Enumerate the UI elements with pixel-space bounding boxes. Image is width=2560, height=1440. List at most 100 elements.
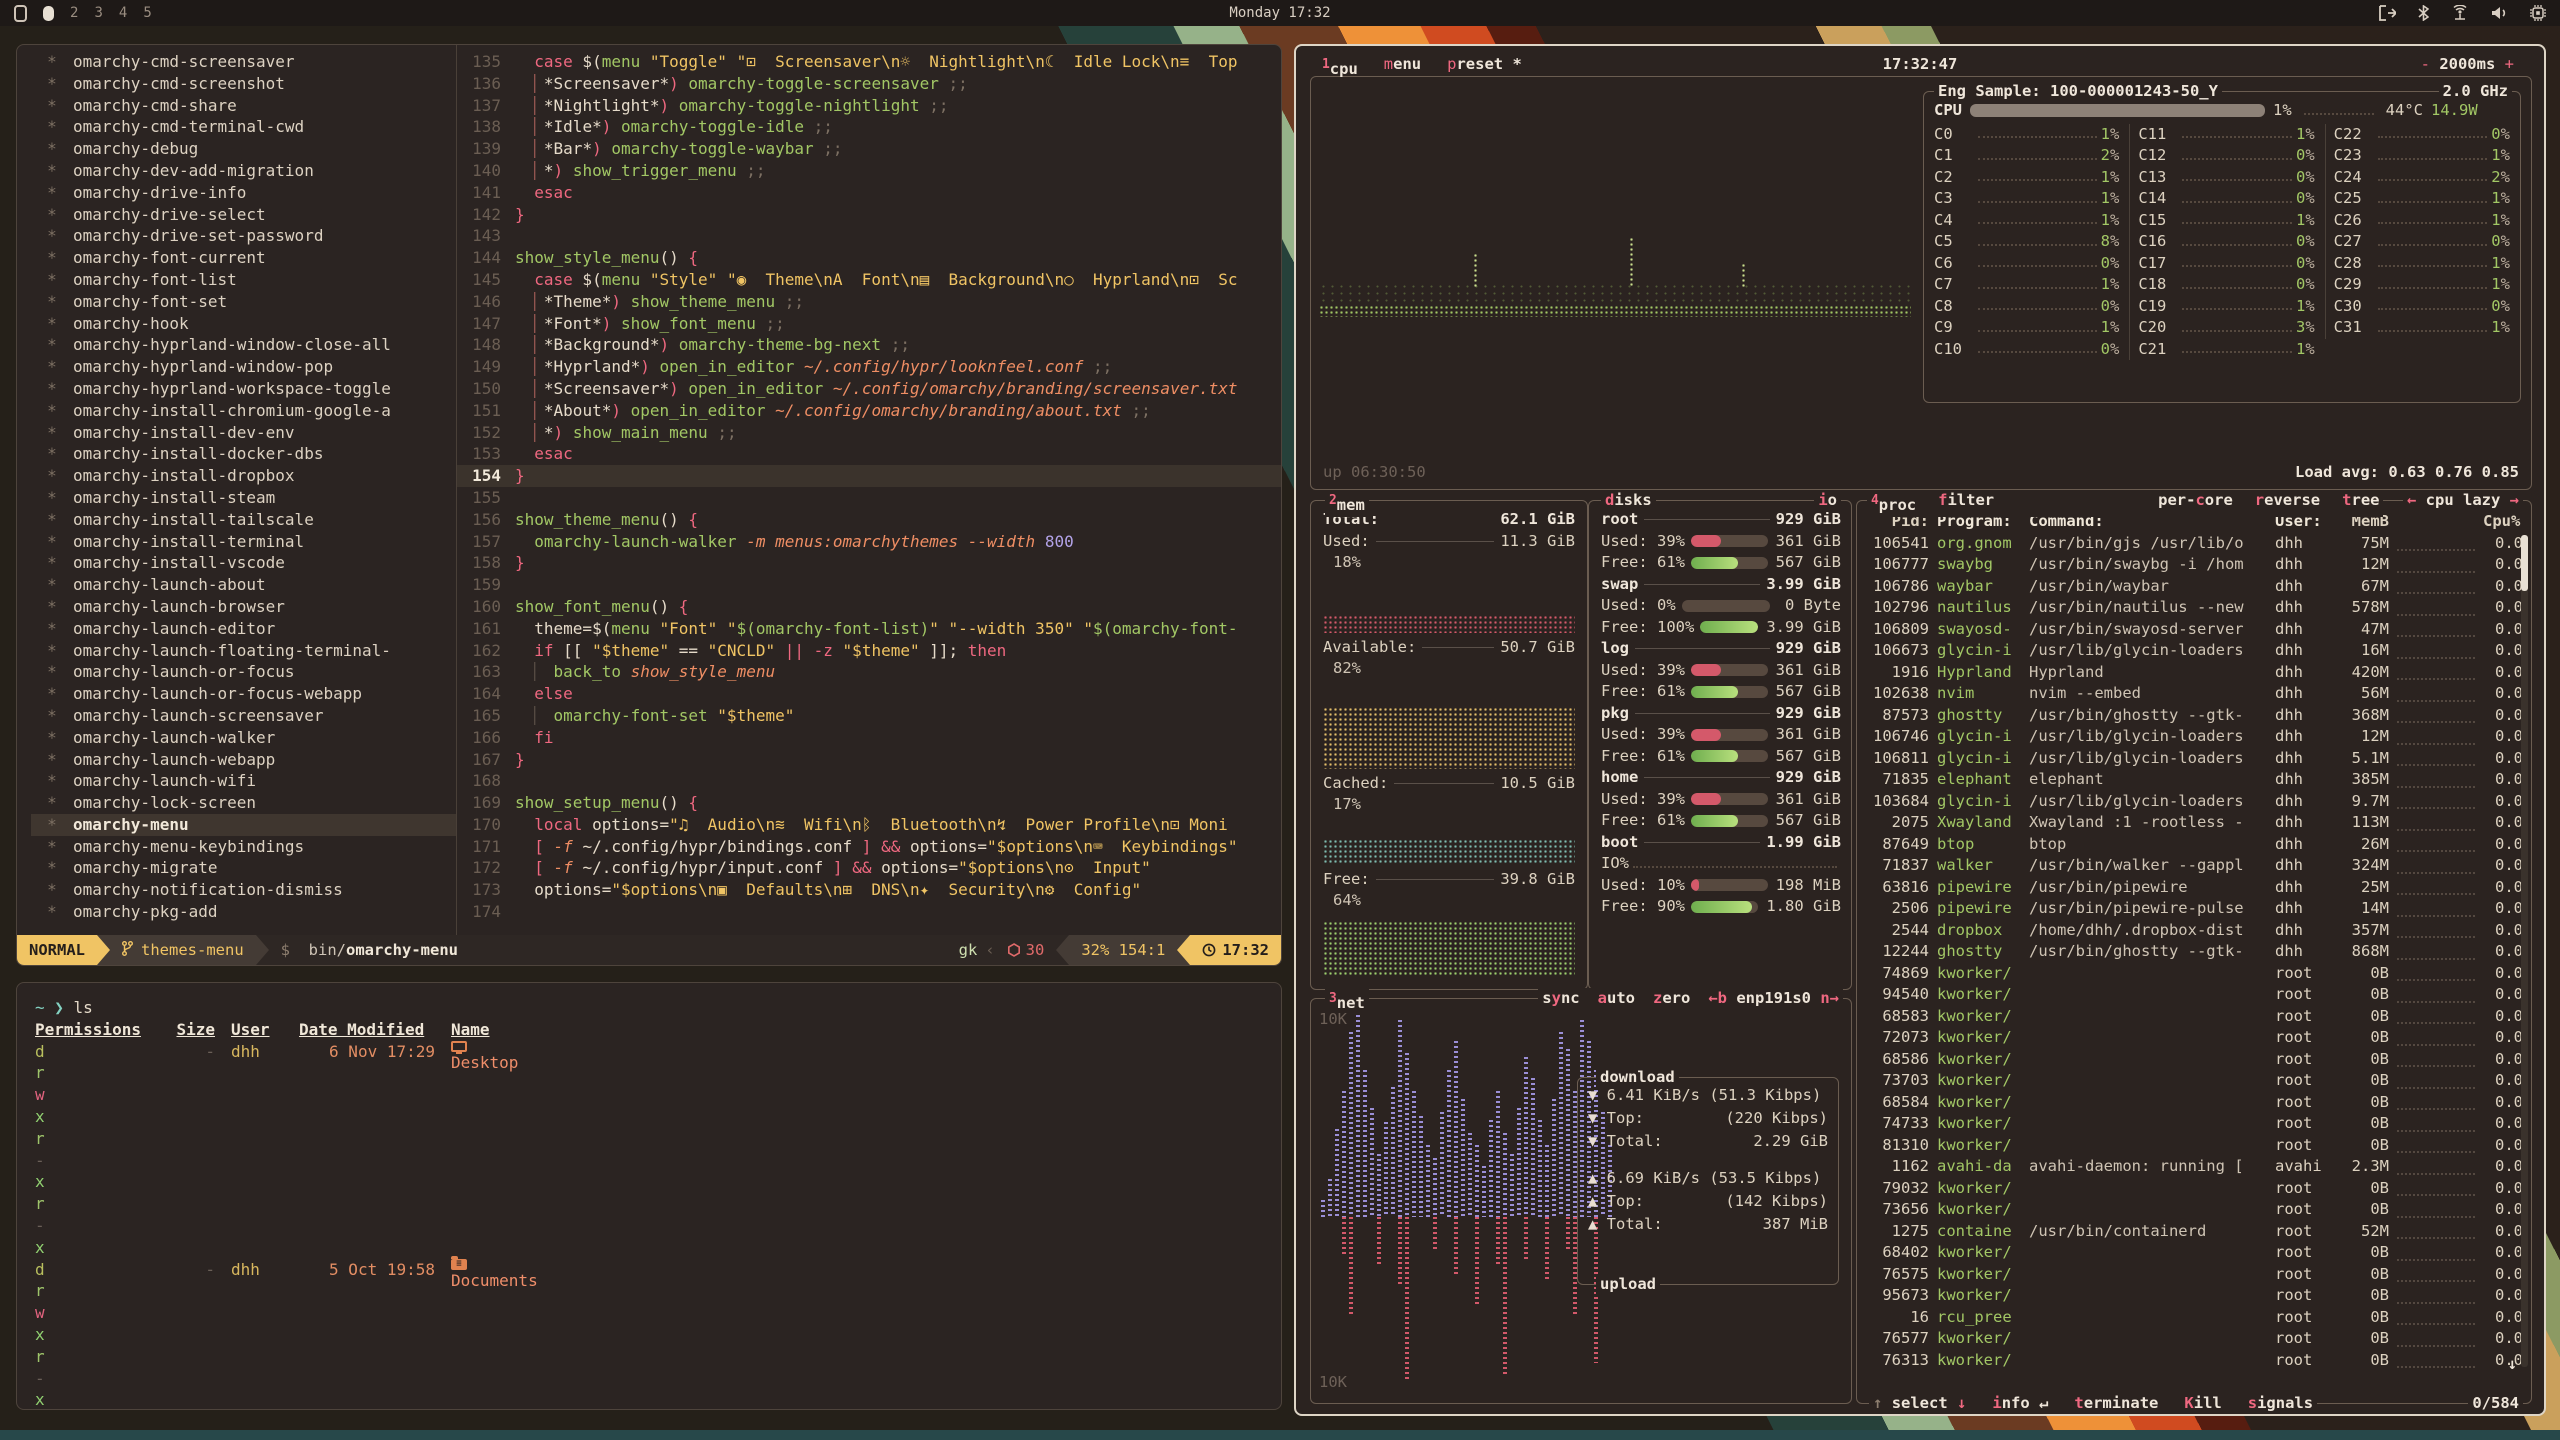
tree-toggle[interactable]: tree [2342, 490, 2379, 517]
proc-row[interactable]: 94540kworker/root0B0.0 [1867, 984, 2523, 1006]
code-line[interactable]: 139 ▏*Bar*) omarchy-toggle-waybar ;; [457, 138, 1281, 160]
proc-row[interactable]: 2506pipewire/usr/bin/pipewire-pulsedhh14… [1867, 898, 2523, 920]
file-item[interactable]: *omarchy-cmd-screensaver [31, 51, 456, 73]
proc-row[interactable]: 1162avahi-daavahi-daemon: running [avahi… [1867, 1156, 2523, 1178]
file-item[interactable]: *omarchy-menu-keybindings [31, 836, 456, 858]
kill-button[interactable]: Kill [2184, 1393, 2221, 1415]
proc-row[interactable]: 12244ghostty/usr/bin/ghostty --gtk-dhh86… [1867, 941, 2523, 963]
update-interval[interactable]: - 2000ms + [2421, 54, 2514, 76]
file-item[interactable]: *omarchy-cmd-share [31, 95, 456, 117]
file-item[interactable]: *omarchy-font-list [31, 269, 456, 291]
code-line[interactable]: 157 omarchy-launch-walker -m menus:omarc… [457, 531, 1281, 553]
proc-row[interactable]: 72073kworker/root0B0.0 [1867, 1027, 2523, 1049]
proc-row[interactable]: 68402kworker/root0B0.0 [1867, 1242, 2523, 1264]
code-line[interactable]: 138 ▏*Idle*) omarchy-toggle-idle ;; [457, 116, 1281, 138]
code-line[interactable]: 163 ▏ back_to show_style_menu [457, 661, 1281, 683]
file-item[interactable]: *omarchy-pkg-add [31, 901, 456, 923]
code-line[interactable]: 174 [457, 901, 1281, 923]
proc-row[interactable]: 95673kworker/root0B0.0 [1867, 1285, 2523, 1307]
code-line[interactable]: 142} [457, 204, 1281, 226]
code-line[interactable]: 158} [457, 552, 1281, 574]
proc-row[interactable]: 71837walker/usr/bin/walker --gappldhh324… [1867, 855, 2523, 877]
code-line[interactable]: 137 ▏*Nightlight*) omarchy-toggle-nightl… [457, 95, 1281, 117]
proc-row[interactable]: 74869kworker/root0B0.0 [1867, 963, 2523, 985]
clock[interactable]: Monday 17:32 [0, 5, 2560, 21]
code-line[interactable]: 148 ▏*Background*) omarchy-theme-bg-next… [457, 334, 1281, 356]
file-item[interactable]: *omarchy-dev-add-migration [31, 160, 456, 182]
code-line[interactable]: 166 fi [457, 727, 1281, 749]
file-item[interactable]: *omarchy-hyprland-workspace-toggle [31, 378, 456, 400]
file-item[interactable]: *omarchy-install-chromium-google-a [31, 400, 456, 422]
file-item[interactable]: *omarchy-launch-floating-terminal- [31, 640, 456, 662]
file-item[interactable]: *omarchy-launch-editor [31, 618, 456, 640]
code-line[interactable]: 154} [457, 465, 1281, 487]
file-item[interactable]: *omarchy-launch-wifi [31, 770, 456, 792]
file-item[interactable]: *omarchy-install-steam [31, 487, 456, 509]
code-line[interactable]: 173 options="$options\n▣ Defaults\n⊞ DNS… [457, 879, 1281, 901]
proc-row[interactable]: 73703kworker/root0B0.0 [1867, 1070, 2523, 1092]
proc-row[interactable]: 73656kworker/root0B0.0 [1867, 1199, 2523, 1221]
file-item[interactable]: *omarchy-launch-screensaver [31, 705, 456, 727]
code-line[interactable]: 159 [457, 574, 1281, 596]
code-line[interactable]: 150 ▏*Screensaver*) open_in_editor ~/.co… [457, 378, 1281, 400]
proc-row[interactable]: 2544dropbox/home/dhh/.dropbox-distdhh357… [1867, 920, 2523, 942]
proc-row[interactable]: 81310kworker/root0B0.0 [1867, 1135, 2523, 1157]
code-line[interactable]: 147 ▏*Font*) show_font_menu ;; [457, 313, 1281, 335]
file-item[interactable]: *omarchy-launch-about [31, 574, 456, 596]
file-item[interactable]: *omarchy-install-terminal [31, 531, 456, 553]
code-line[interactable]: 151 ▏*About*) open_in_editor ~/.config/o… [457, 400, 1281, 422]
network-icon[interactable] [2451, 5, 2469, 21]
code-pane[interactable]: 135 case $(menu "Toggle" "⊡ Screensaver\… [457, 45, 1281, 935]
code-line[interactable]: 146 ▏*Theme*) show_theme_menu ;; [457, 291, 1281, 313]
file-item[interactable]: *omarchy-launch-webapp [31, 749, 456, 771]
file-item[interactable]: *omarchy-hook [31, 313, 456, 335]
code-line[interactable]: 143 [457, 225, 1281, 247]
preset-button[interactable]: preset * [1447, 54, 1522, 81]
menu-button[interactable]: menu [1384, 54, 1421, 81]
file-item[interactable]: *omarchy-cmd-screenshot [31, 73, 456, 95]
file-item[interactable]: *omarchy-install-vscode [31, 552, 456, 574]
proc-row[interactable]: 106809swayosd-/usr/bin/swayosd-serverdhh… [1867, 619, 2523, 641]
code-line[interactable]: 164 else [457, 683, 1281, 705]
net-interface-selector[interactable]: ←b enp191s0 n→ [1708, 988, 1839, 1010]
proc-scrollbar[interactable] [2521, 535, 2528, 1367]
io-toggle[interactable]: io [1814, 490, 1841, 512]
proc-row[interactable]: 71835elephantelephantdhh385M0.0 [1867, 769, 2523, 791]
tab-cpu[interactable]: 1cpu [1322, 54, 1358, 81]
file-item[interactable]: *omarchy-install-docker-dbs [31, 443, 456, 465]
code-line[interactable]: 135 case $(menu "Toggle" "⊡ Screensaver\… [457, 51, 1281, 73]
file-item[interactable]: *omarchy-debug [31, 138, 456, 160]
terminal-window[interactable]: ~ ❯ lsPermissionsSizeUserDate ModifiedNa… [16, 982, 1282, 1410]
code-line[interactable]: 165 ▏ omarchy-font-set "$theme" [457, 705, 1281, 727]
file-item[interactable]: *omarchy-hyprland-window-close-all [31, 334, 456, 356]
proc-row[interactable]: 68586kworker/root0B0.0 [1867, 1049, 2523, 1071]
proc-row[interactable]: 106673glycin-i/usr/lib/glycin-loadersdhh… [1867, 640, 2523, 662]
code-line[interactable]: 145 case $(menu "Style" "◉ Theme\nA Font… [457, 269, 1281, 291]
code-line[interactable]: 171 [ -f ~/.config/hypr/bindings.conf ] … [457, 836, 1281, 858]
proc-row[interactable]: 16rcu_preeroot0B0.0 [1867, 1307, 2523, 1329]
file-item[interactable]: *omarchy-install-dropbox [31, 465, 456, 487]
file-item[interactable]: *omarchy-launch-browser [31, 596, 456, 618]
file-item[interactable]: *omarchy-lock-screen [31, 792, 456, 814]
code-line[interactable]: 156show_theme_menu() { [457, 509, 1281, 531]
code-line[interactable]: 149 ▏*Hyprland*) open_in_editor ~/.confi… [457, 356, 1281, 378]
shell-output[interactable]: ~ ❯ lsPermissionsSizeUserDate ModifiedNa… [17, 983, 1281, 1410]
proc-row[interactable]: 1275containe/usr/bin/containerdroot52M0.… [1867, 1221, 2523, 1243]
reverse-toggle[interactable]: reverse [2255, 490, 2320, 517]
file-item[interactable]: *omarchy-migrate [31, 857, 456, 879]
shell-prompt[interactable]: ~ ❯ ls [35, 997, 1263, 1019]
file-item[interactable]: *omarchy-font-current [31, 247, 456, 269]
proc-row[interactable]: 76313kworker/root0B0.0 [1867, 1350, 2523, 1372]
code-line[interactable]: 162 if [[ "$theme" == "CNCLD" || -z "$th… [457, 640, 1281, 662]
terminate-button[interactable]: terminate [2074, 1393, 2158, 1415]
file-item[interactable]: *omarchy-drive-info [31, 182, 456, 204]
proc-row[interactable]: 106811glycin-i/usr/lib/glycin-loadersdhh… [1867, 748, 2523, 770]
code-line[interactable]: 153 esac [457, 443, 1281, 465]
proc-row[interactable]: 68583kworker/root0B0.0 [1867, 1006, 2523, 1028]
code-line[interactable]: 161 theme=$(menu "Font" "$(omarchy-font-… [457, 618, 1281, 640]
file-list-pane[interactable]: *omarchy-cmd-screensaver*omarchy-cmd-scr… [17, 45, 457, 935]
code-line[interactable]: 152 ▏*) show_main_menu ;; [457, 422, 1281, 444]
sort-selector[interactable]: ← cpu lazy → [2403, 490, 2523, 512]
file-item[interactable]: *omarchy-launch-or-focus [31, 661, 456, 683]
file-item[interactable]: *omarchy-notification-dismiss [31, 879, 456, 901]
